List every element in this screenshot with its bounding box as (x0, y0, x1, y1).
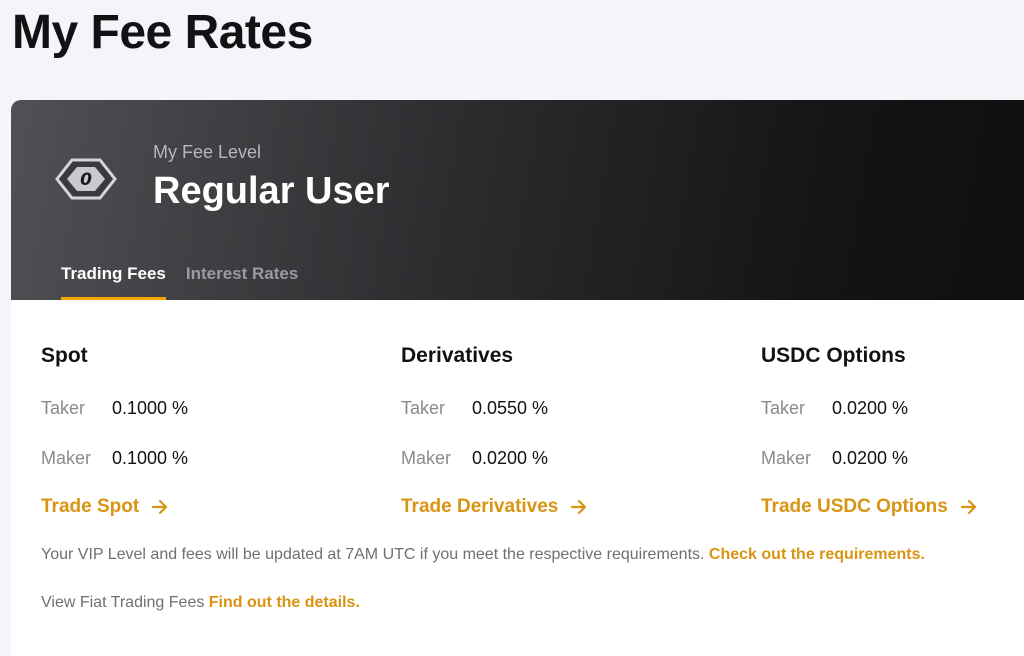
spot-section: Spot Taker 0.1000 % Maker 0.1000 % Trade S… (41, 342, 371, 517)
trade-derivatives-label: Trade Derivatives (401, 496, 559, 517)
usdc-options-section: USDC Options Taker 0.0200 % Maker 0.0200 %… (761, 342, 1024, 517)
tab-trading-fees[interactable]: Trading Fees (61, 264, 166, 300)
fee-level-label: My Fee Level (153, 142, 262, 162)
arrow-right-icon (571, 499, 587, 515)
tab-interest-rates[interactable]: Interest Rates (186, 264, 298, 300)
taker-value: 0.0550 % (472, 398, 549, 418)
fiat-fees-note: View Fiat Trading Fees Find out the deta… (41, 594, 360, 612)
taker-value: 0.1000 % (112, 398, 189, 418)
fiat-fees-text: View Fiat Trading Fees (41, 594, 209, 611)
taker-label: Taker (401, 398, 446, 418)
trade-spot-label: Trade Spot (41, 496, 140, 517)
taker-row: Taker 0.1000 % (41, 396, 188, 420)
maker-row: Maker 0.0200 % (761, 446, 908, 470)
section-title-usdc-options: USDC Options (761, 344, 906, 367)
fee-level-banner: 0 My Fee Level Regular User Trading Fees… (11, 100, 1024, 300)
taker-value: 0.0200 % (832, 398, 909, 418)
diamond-badge-icon: 0 (55, 158, 117, 200)
find-details-link[interactable]: Find out the details. (209, 594, 360, 611)
maker-value: 0.0200 % (472, 448, 549, 468)
taker-label: Taker (41, 398, 86, 418)
page-title: My Fee Rates (12, 6, 313, 59)
vip-update-note: Your VIP Level and fees will be updated … (41, 546, 925, 564)
arrow-right-icon (960, 499, 976, 515)
fee-card: 0 My Fee Level Regular User Trading Fees… (11, 100, 1024, 656)
check-requirements-link[interactable]: Check out the requirements. (709, 546, 925, 563)
vip-update-text: Your VIP Level and fees will be updated … (41, 546, 709, 563)
taker-label: Taker (761, 398, 806, 418)
section-title-derivatives: Derivatives (401, 344, 514, 367)
arrow-right-icon (152, 499, 168, 515)
trade-usdc-options-link[interactable]: Trade USDC Options (761, 496, 978, 518)
derivatives-section: Derivatives Taker 0.0550 % Maker 0.0200 % … (401, 342, 731, 517)
fee-level-name: Regular User (153, 170, 390, 212)
taker-row: Taker 0.0200 % (761, 396, 908, 420)
maker-label: Maker (401, 448, 452, 468)
maker-value: 0.0200 % (832, 448, 909, 468)
maker-value: 0.1000 % (112, 448, 189, 468)
maker-label: Maker (41, 448, 92, 468)
maker-row: Maker 0.1000 % (41, 446, 188, 470)
maker-row: Maker 0.0200 % (401, 446, 548, 470)
taker-row: Taker 0.0550 % (401, 396, 548, 420)
fee-tabs: Trading Fees Interest Rates (61, 264, 298, 300)
badge-number: 0 (80, 170, 92, 190)
section-title-spot: Spot (41, 344, 88, 367)
trade-derivatives-link[interactable]: Trade Derivatives (401, 496, 588, 518)
maker-label: Maker (761, 448, 812, 468)
trade-spot-link[interactable]: Trade Spot (41, 496, 169, 518)
trade-usdc-options-label: Trade USDC Options (761, 496, 948, 517)
